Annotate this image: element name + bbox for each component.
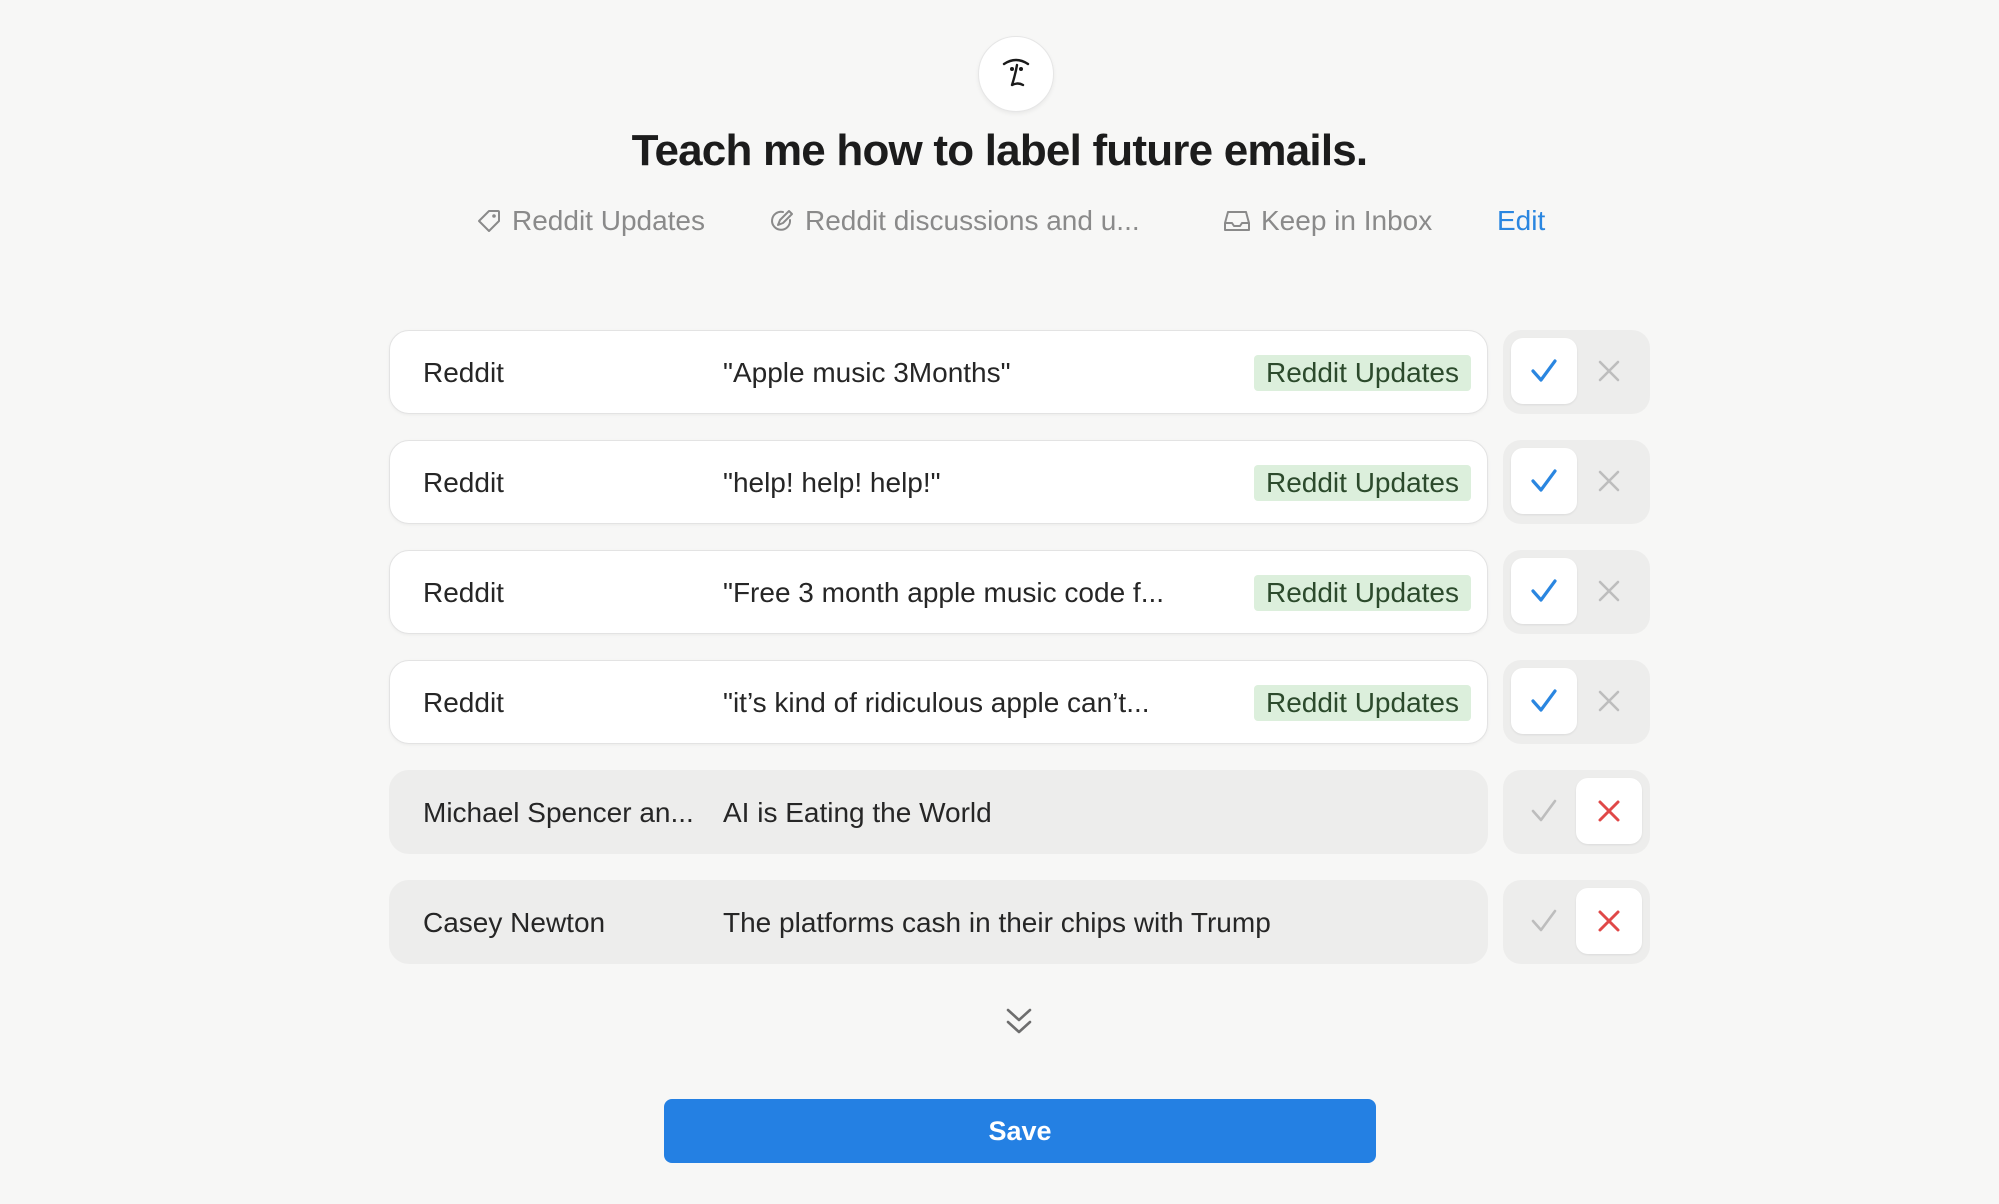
double-chevron-down-icon	[1006, 1008, 1032, 1034]
label-badge: Reddit Updates	[1253, 685, 1471, 721]
email-row: Casey Newton The platforms cash in their…	[389, 880, 1488, 964]
reject-button[interactable]	[1576, 558, 1642, 624]
row-actions	[1503, 440, 1650, 524]
row-actions	[1503, 880, 1650, 964]
accept-button[interactable]	[1511, 888, 1577, 954]
accept-button[interactable]	[1511, 338, 1577, 404]
email-sender: Michael Spencer an...	[423, 797, 694, 828]
email-sender: Reddit	[423, 357, 504, 388]
rule-description: Reddit discussions and u...	[769, 200, 1140, 242]
app-logo	[978, 36, 1054, 112]
reject-button[interactable]	[1576, 668, 1642, 734]
check-icon	[1531, 579, 1557, 602]
email-sender: Reddit	[423, 687, 504, 718]
assistant-face-icon	[1002, 58, 1030, 87]
show-more-button[interactable]	[1002, 1002, 1036, 1042]
email-row: Reddit "Apple music 3Months" Reddit Upda…	[389, 330, 1488, 414]
pen-circle-icon	[771, 210, 793, 231]
email-row: Reddit "help! help! help!" Reddit Update…	[389, 440, 1488, 524]
rule-description-text: Reddit discussions and u...	[805, 205, 1140, 236]
tag-icon	[478, 210, 500, 232]
x-icon	[1598, 470, 1620, 492]
edit-rule-link[interactable]: Edit	[1497, 200, 1545, 242]
row-actions	[1503, 330, 1650, 414]
x-icon	[1598, 800, 1620, 822]
email-subject: "it’s kind of ridiculous apple can’t...	[723, 687, 1150, 718]
email-subject: "help! help! help!"	[723, 467, 941, 498]
save-button[interactable]: Save	[664, 1099, 1376, 1163]
accept-button[interactable]	[1511, 558, 1577, 624]
rule-summary: Reddit Updates Reddit discussions and u.…	[0, 200, 1999, 242]
x-icon	[1598, 910, 1620, 932]
reject-button[interactable]	[1576, 778, 1642, 844]
email-subject: "Apple music 3Months"	[723, 357, 1011, 388]
check-icon	[1531, 359, 1557, 382]
accept-button[interactable]	[1511, 448, 1577, 514]
check-icon	[1531, 799, 1557, 822]
email-subject: "Free 3 month apple music code f...	[723, 577, 1165, 608]
email-sender: Reddit	[423, 577, 504, 608]
email-row: Michael Spencer an... AI is Eating the W…	[389, 770, 1488, 854]
reject-button[interactable]	[1576, 888, 1642, 954]
email-row: Reddit "Free 3 month apple music code f.…	[389, 550, 1488, 634]
check-icon	[1531, 469, 1557, 492]
row-actions	[1503, 550, 1650, 634]
x-icon	[1598, 360, 1620, 382]
rule-label-text: Reddit Updates	[512, 205, 706, 236]
reject-button[interactable]	[1576, 448, 1642, 514]
email-row: Reddit "it’s kind of ridiculous apple ca…	[389, 660, 1488, 744]
rule-action-text: Keep in Inbox	[1261, 205, 1433, 236]
accept-button[interactable]	[1511, 778, 1577, 844]
check-icon	[1531, 689, 1557, 712]
email-sender: Reddit	[423, 467, 504, 498]
accept-button[interactable]	[1511, 668, 1577, 734]
email-sender: Casey Newton	[423, 907, 606, 938]
rule-action: Keep in Inbox	[1223, 200, 1432, 242]
inbox-tray-icon	[1224, 211, 1250, 231]
reject-button[interactable]	[1576, 338, 1642, 404]
label-badge: Reddit Updates	[1253, 575, 1471, 611]
x-icon	[1598, 690, 1620, 712]
label-badge: Reddit Updates	[1253, 355, 1471, 391]
row-actions	[1503, 770, 1650, 854]
row-actions	[1503, 660, 1650, 744]
check-icon	[1531, 909, 1557, 932]
rule-label: Reddit Updates	[476, 200, 705, 242]
label-badge: Reddit Updates	[1253, 465, 1471, 501]
page-title: Teach me how to label future emails.	[631, 126, 1368, 175]
email-subject: The platforms cash in their chips with T…	[723, 907, 1271, 938]
x-icon	[1598, 580, 1620, 602]
email-subject: AI is Eating the World	[723, 797, 992, 828]
